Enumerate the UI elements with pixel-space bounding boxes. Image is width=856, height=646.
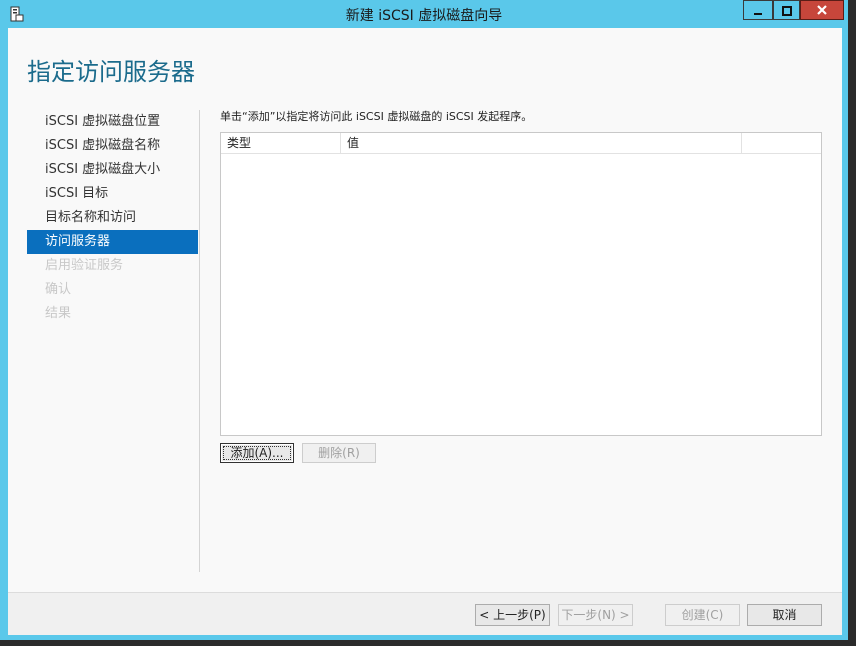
add-button[interactable]: 添加(A)... (220, 443, 294, 463)
column-header-value[interactable]: 值 (341, 133, 742, 153)
step-iscsi-disk-size[interactable]: iSCSI 虚拟磁盘大小 (27, 158, 198, 182)
close-button[interactable] (800, 0, 844, 20)
initiator-list[interactable]: 类型 值 (220, 132, 822, 436)
instruction-text: 单击“添加”以指定将访问此 iSCSI 虚拟磁盘的 iSCSI 发起程序。 (220, 110, 533, 123)
maximize-icon (781, 1, 792, 20)
divider (199, 110, 200, 572)
wizard-window: 新建 iSCSI 虚拟磁盘向导 指定访问服务器 iSCSI 虚拟磁盘位置 iSC… (0, 0, 848, 640)
window-title: 新建 iSCSI 虚拟磁盘向导 (345, 8, 503, 24)
step-access-servers[interactable]: 访问服务器 (27, 230, 198, 254)
step-iscsi-target[interactable]: iSCSI 目标 (27, 182, 198, 206)
step-confirmation: 确认 (45, 282, 72, 297)
column-header-extra[interactable] (742, 133, 821, 153)
page-title: 指定访问服务器 (27, 58, 195, 86)
title-bar[interactable]: 新建 iSCSI 虚拟磁盘向导 (0, 0, 848, 28)
step-enable-auth: 启用验证服务 (45, 258, 124, 273)
minimize-icon (753, 1, 763, 20)
wizard-client-area: 指定访问服务器 iSCSI 虚拟磁盘位置 iSCSI 虚拟磁盘名称 iSCSI … (8, 28, 842, 635)
previous-button[interactable]: < 上一步(P) (475, 604, 550, 626)
list-header: 类型 值 (221, 133, 821, 154)
step-iscsi-disk-location[interactable]: iSCSI 虚拟磁盘位置 (27, 110, 198, 134)
create-button: 创建(C) (665, 604, 740, 626)
step-results: 结果 (45, 306, 72, 321)
step-iscsi-disk-name[interactable]: iSCSI 虚拟磁盘名称 (27, 134, 198, 158)
close-icon (816, 1, 828, 20)
step-target-name-access[interactable]: 目标名称和访问 (27, 206, 198, 230)
next-button: 下一步(N) > (558, 604, 633, 626)
column-header-type[interactable]: 类型 (221, 133, 341, 153)
maximize-button[interactable] (773, 0, 800, 20)
minimize-button[interactable] (743, 0, 773, 20)
cancel-button[interactable]: 取消 (747, 604, 822, 626)
remove-button: 删除(R) (302, 443, 376, 463)
wizard-step-list: iSCSI 虚拟磁盘位置 iSCSI 虚拟磁盘名称 iSCSI 虚拟磁盘大小 i… (27, 110, 198, 326)
wizard-footer: < 上一步(P) 下一步(N) > 创建(C) 取消 (8, 592, 842, 635)
